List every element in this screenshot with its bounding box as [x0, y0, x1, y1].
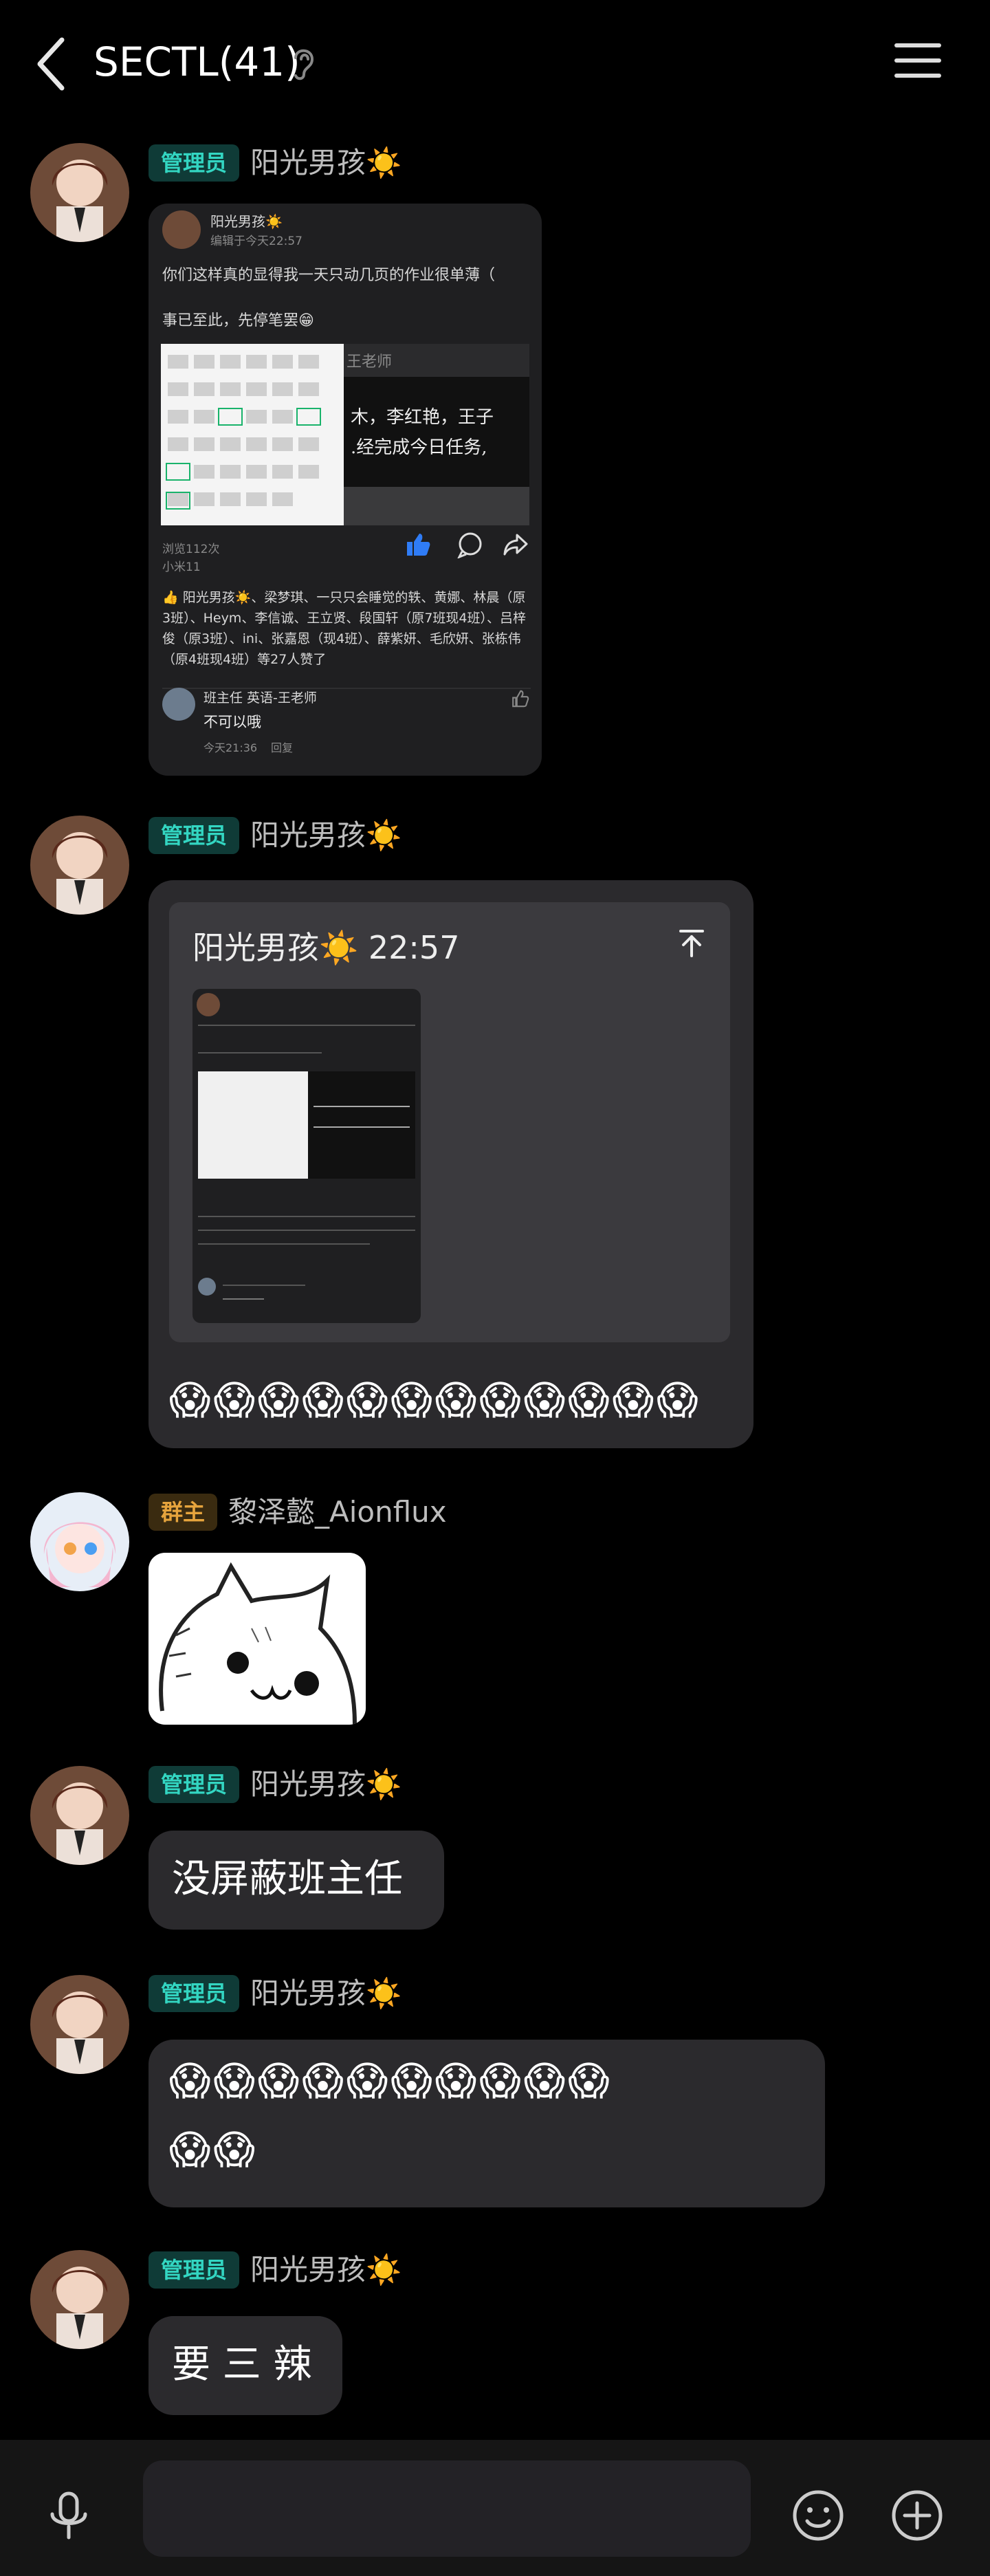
- text-message-bubble[interactable]: 没屏蔽班主任: [148, 1831, 444, 1930]
- sender-name[interactable]: 阳光男孩☀️: [250, 144, 402, 182]
- ear-icon[interactable]: [289, 43, 316, 84]
- thumbs-up-icon: [407, 534, 430, 556]
- menu-button[interactable]: [894, 40, 942, 81]
- device-label: 小米11: [162, 560, 201, 574]
- text-message-bubble[interactable]: 要 三 辣: [148, 2316, 342, 2415]
- comment-icon: [456, 532, 482, 559]
- image-text: 木，李红艳，王子: [351, 407, 494, 428]
- reply-link[interactable]: 回复: [271, 739, 293, 755]
- quote-message-bubble[interactable]: 阳光男孩☀️ 22:57 😱😱😱😱😱😱😱😱😱😱😱😱: [148, 880, 754, 1448]
- thumbs-up-icon: 👍: [162, 590, 183, 605]
- comment-like-button[interactable]: [510, 689, 529, 711]
- message-text: 没屏蔽班主任: [172, 1857, 403, 1901]
- share-button[interactable]: [502, 531, 529, 561]
- share-icon: [503, 534, 528, 556]
- sender-name[interactable]: 阳光男孩☀️: [250, 2251, 402, 2289]
- post-text: 事已至此，先停笔罢😁: [162, 312, 314, 329]
- owner-badge: 群主: [148, 1494, 218, 1531]
- calendar-image: [161, 344, 344, 525]
- avatar[interactable]: [30, 143, 129, 242]
- menu-icon: [894, 43, 941, 78]
- avatar[interactable]: [30, 816, 129, 915]
- jump-to-message-button[interactable]: [675, 927, 708, 963]
- avatar: [162, 210, 201, 249]
- image-text: 王老师: [346, 353, 393, 371]
- back-arrow-icon: [37, 37, 65, 91]
- quoted-message[interactable]: 阳光男孩☀️ 22:57: [169, 902, 730, 1342]
- sender-name[interactable]: 黎泽懿_Aionflux: [228, 1494, 447, 1531]
- avatar[interactable]: [30, 1975, 129, 2074]
- microphone-icon: [50, 2491, 87, 2540]
- post-image[interactable]: 王老师 木，李红艳，王子 .经完成今日任务,: [161, 344, 529, 525]
- admin-badge: 管理员: [148, 817, 240, 854]
- back-button[interactable]: [28, 33, 76, 95]
- emoji-message-bubble[interactable]: 😱😱😱😱😱😱😱😱😱😱 😱😱: [148, 2040, 825, 2207]
- emoji-button[interactable]: [791, 2488, 846, 2543]
- emoji-text: 😱😱😱😱😱😱😱😱😱😱😱😱: [169, 1377, 701, 1423]
- arrow-to-top-icon: [679, 930, 704, 957]
- post-edited-time: 编辑于今天22:57: [210, 234, 302, 248]
- message-text: 要 三 辣: [172, 2342, 312, 2387]
- chat-title: SECTL(41): [94, 39, 300, 85]
- quote-header: 阳光男孩☀️ 22:57: [192, 929, 460, 966]
- comment-button[interactable]: [456, 531, 484, 561]
- likes-summary: 👍 阳光男孩☀️、梁梦琪、一只只会睡觉的轶、黄娜、林晨（原3班）、Heym、李信…: [162, 590, 526, 667]
- view-count: 浏览112次: [162, 543, 220, 556]
- cat-sticker[interactable]: [148, 1553, 366, 1725]
- admin-badge: 管理员: [148, 2251, 240, 2289]
- avatar[interactable]: [30, 2250, 129, 2349]
- post-author: 阳光男孩☀️: [210, 213, 283, 230]
- emoji-text: 😱😱: [169, 2126, 258, 2173]
- post-text: 你们这样真的显得我一天只动几页的作业很单薄（: [162, 267, 496, 284]
- avatar[interactable]: [30, 1766, 129, 1865]
- comment-time: 今天21:36: [204, 741, 258, 754]
- avatar: [162, 688, 195, 721]
- voice-button[interactable]: [41, 2488, 96, 2543]
- comment-author: 班主任 英语-王老师: [204, 690, 317, 706]
- thumbs-up-outline-icon: [512, 690, 529, 708]
- sender-name[interactable]: 阳光男孩☀️: [250, 1766, 402, 1803]
- avatar[interactable]: [30, 1492, 129, 1591]
- message-input[interactable]: [143, 2460, 751, 2557]
- plus-icon: [892, 2490, 943, 2541]
- admin-badge: 管理员: [148, 1766, 240, 1803]
- admin-badge: 管理员: [148, 144, 240, 182]
- image-text: .经完成今日任务,: [351, 437, 487, 458]
- sender-name[interactable]: 阳光男孩☀️: [250, 1975, 402, 2012]
- plus-button[interactable]: [890, 2488, 945, 2543]
- emoji-text: 😱😱😱😱😱😱😱😱😱😱: [169, 2057, 613, 2104]
- forwarded-post-card[interactable]: 阳光男孩☀️ 编辑于今天22:57 你们这样真的显得我一天只动几页的作业很单薄（…: [148, 204, 542, 776]
- sender-name[interactable]: 阳光男孩☀️: [250, 817, 402, 854]
- like-button[interactable]: [404, 531, 432, 561]
- smiley-icon: [793, 2490, 844, 2541]
- quoted-thumbnail: [192, 989, 421, 1323]
- comment-text: 不可以哦: [204, 714, 261, 730]
- admin-badge: 管理员: [148, 1975, 240, 2012]
